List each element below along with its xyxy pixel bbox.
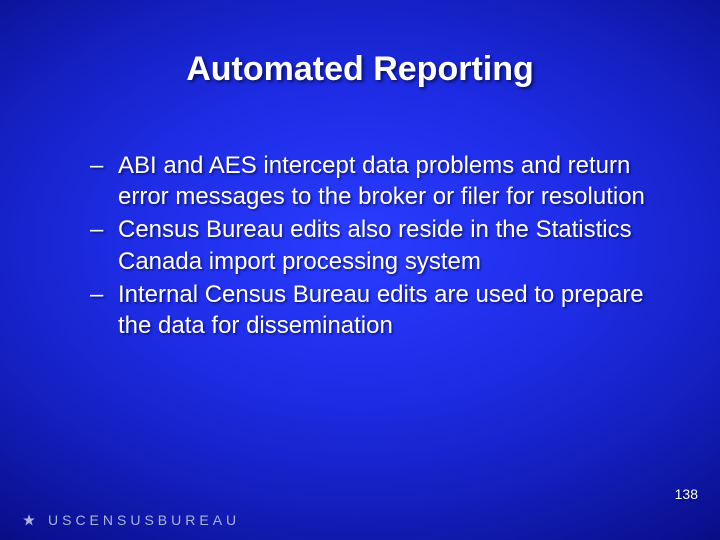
bullet-item: – Internal Census Bureau edits are used … bbox=[90, 279, 650, 341]
bullet-item: – Census Bureau edits also reside in the… bbox=[90, 214, 650, 276]
bullet-text: Internal Census Bureau edits are used to… bbox=[118, 281, 644, 339]
bullet-dash: – bbox=[90, 150, 103, 181]
slide: Automated Reporting – ABI and AES interc… bbox=[0, 0, 720, 540]
bullet-dash: – bbox=[90, 214, 103, 245]
census-logo: USCENSUSBUREAU bbox=[22, 512, 240, 528]
logo-text: USCENSUSBUREAU bbox=[48, 512, 240, 528]
slide-title: Automated Reporting bbox=[0, 50, 720, 89]
slide-body: – ABI and AES intercept data problems an… bbox=[90, 150, 650, 343]
bullet-text: Census Bureau edits also reside in the S… bbox=[118, 216, 632, 274]
bullet-item: – ABI and AES intercept data problems an… bbox=[90, 150, 650, 212]
star-icon bbox=[22, 513, 36, 527]
bullet-dash: – bbox=[90, 279, 103, 310]
page-number: 138 bbox=[675, 486, 698, 502]
bullet-text: ABI and AES intercept data problems and … bbox=[118, 152, 645, 210]
